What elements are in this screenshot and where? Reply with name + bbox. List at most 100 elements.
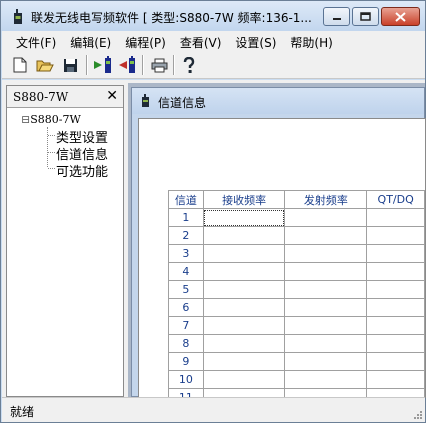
menu-help[interactable]: 帮助(H) xyxy=(283,31,339,51)
grid-cell-rx-frequency[interactable] xyxy=(202,244,286,263)
grid-cell-rx-frequency[interactable] xyxy=(202,352,286,371)
grid-cell-qt-dqt[interactable] xyxy=(366,262,425,281)
table-row: 1 xyxy=(168,208,425,227)
help-button[interactable] xyxy=(178,54,200,76)
minimize-icon xyxy=(332,17,341,20)
radio-app-icon xyxy=(14,9,22,24)
row-number[interactable]: 2 xyxy=(168,226,204,245)
row-number[interactable]: 10 xyxy=(168,370,204,389)
menu-edit[interactable]: 编辑(E) xyxy=(63,31,118,51)
grid-cell-tx-frequency[interactable] xyxy=(284,316,368,335)
toolbar-separator xyxy=(142,55,144,75)
grid-cell-tx-frequency[interactable] xyxy=(284,262,368,281)
grid-cell-tx-frequency[interactable] xyxy=(284,334,368,353)
grid-cell-rx-frequency[interactable] xyxy=(202,262,286,281)
grid-cell-tx-frequency[interactable] xyxy=(284,352,368,371)
new-file-icon xyxy=(13,57,27,73)
tree-connector xyxy=(48,152,55,153)
save-button[interactable] xyxy=(59,54,81,76)
menu-file[interactable]: 文件(F) xyxy=(2,31,63,51)
grid-cell-tx-frequency[interactable] xyxy=(284,208,368,227)
menu-settings[interactable]: 设置(S) xyxy=(228,31,283,51)
grid-cell-rx-frequency[interactable] xyxy=(202,298,286,317)
grid-cell-qt-dqt[interactable] xyxy=(366,316,425,335)
child-title-bar[interactable]: 信道信息 xyxy=(132,88,424,114)
write-button[interactable] xyxy=(116,54,138,76)
channel-info-window: 信道信息 信道 接收频率 发射频率 QT/DQ 1 2 3 4 5 6 7 8 … xyxy=(131,87,426,398)
grid-cell-qt-dqt[interactable] xyxy=(366,280,425,299)
close-button[interactable] xyxy=(381,7,420,26)
grid-cell-qt-dqt[interactable] xyxy=(366,226,425,245)
column-header-tx-frequency[interactable]: 发射频率 xyxy=(284,190,368,209)
row-number[interactable]: 1 xyxy=(168,208,204,227)
channel-grid: 信道 接收频率 发射频率 QT/DQ 1 2 3 4 5 6 7 8 9 10 … xyxy=(168,190,425,397)
toolbar-separator xyxy=(173,55,175,75)
table-row: 5 xyxy=(168,280,425,299)
row-number[interactable]: 5 xyxy=(168,280,204,299)
table-row: 8 xyxy=(168,334,425,353)
grid-cell-rx-frequency[interactable] xyxy=(202,370,286,389)
grid-cell-qt-dqt[interactable] xyxy=(366,352,425,371)
grid-cell-tx-frequency[interactable] xyxy=(284,370,368,389)
print-button[interactable] xyxy=(148,54,170,76)
grid-cell-tx-frequency[interactable] xyxy=(284,298,368,317)
table-row: 2 xyxy=(168,226,425,245)
grid-cell-qt-dqt[interactable] xyxy=(366,244,425,263)
minimize-button[interactable] xyxy=(323,7,350,26)
window-title: 联发无线电写频软件 [ 类型:S880-7W 频率:136-1... xyxy=(31,11,312,25)
row-number[interactable]: 7 xyxy=(168,316,204,335)
maximize-icon xyxy=(360,12,371,21)
table-row: 10 xyxy=(168,370,425,389)
grid-cell-qt-dqt[interactable] xyxy=(366,208,425,227)
grid-cell-qt-dqt[interactable] xyxy=(366,334,425,353)
read-button[interactable] xyxy=(92,54,114,76)
row-number[interactable]: 3 xyxy=(168,244,204,263)
column-header-qt-dqt[interactable]: QT/DQ xyxy=(366,190,425,209)
grid-cell-qt-dqt[interactable] xyxy=(366,298,425,317)
new-button[interactable] xyxy=(9,54,31,76)
column-header-channel[interactable]: 信道 xyxy=(168,190,204,209)
pane-header: S880-7W ✕ xyxy=(7,86,123,108)
tree-connector xyxy=(48,168,55,169)
table-row: 3 xyxy=(168,244,425,263)
title-bar[interactable]: 联发无线电写频软件 [ 类型:S880-7W 频率:136-1... xyxy=(1,1,425,31)
column-header-rx-frequency[interactable]: 接收频率 xyxy=(202,190,286,209)
table-row: 4 xyxy=(168,262,425,281)
grid-viewport: 信道 接收频率 发射频率 QT/DQ 1 2 3 4 5 6 7 8 9 10 … xyxy=(138,118,426,398)
tree-root[interactable]: ⊟S880-7W xyxy=(21,113,81,126)
grid-header-row: 信道 接收频率 发射频率 QT/DQ xyxy=(168,190,425,209)
client-area: S880-7W ✕ ⊟S880-7W 类型设置 信道信息 可选功能 信道信息 信… xyxy=(2,80,426,398)
save-icon xyxy=(63,58,77,72)
resize-grip-icon[interactable] xyxy=(412,409,422,419)
grid-cell-tx-frequency[interactable] xyxy=(284,244,368,263)
maximize-button[interactable] xyxy=(352,7,379,26)
tree-item-optional-features[interactable]: 可选功能 xyxy=(56,161,108,180)
write-to-radio-icon xyxy=(119,56,135,73)
pane-title: S880-7W xyxy=(13,90,69,104)
table-row: 7 xyxy=(168,316,425,335)
tree-collapse-icon[interactable]: ⊟ xyxy=(21,113,30,126)
grid-cell-rx-frequency[interactable] xyxy=(202,226,286,245)
grid-cell-tx-frequency[interactable] xyxy=(284,280,368,299)
tree-connector xyxy=(48,135,55,136)
row-number[interactable]: 4 xyxy=(168,262,204,281)
menu-view[interactable]: 查看(V) xyxy=(173,31,229,51)
grid-cell-qt-dqt[interactable] xyxy=(366,370,425,389)
print-icon xyxy=(151,58,167,72)
status-bar: 就绪 xyxy=(2,397,425,422)
grid-cell-tx-frequency[interactable] xyxy=(284,226,368,245)
mdi-area: 信道信息 信道 接收频率 发射频率 QT/DQ 1 2 3 4 5 6 7 8 … xyxy=(128,83,426,398)
grid-cell-rx-frequency[interactable] xyxy=(202,334,286,353)
grid-cell-rx-frequency[interactable] xyxy=(202,316,286,335)
read-from-radio-icon xyxy=(94,56,111,73)
menu-program[interactable]: 编程(P) xyxy=(118,31,173,51)
row-number[interactable]: 6 xyxy=(168,298,204,317)
open-button[interactable] xyxy=(34,54,56,76)
row-number[interactable]: 9 xyxy=(168,352,204,371)
pane-close-icon[interactable]: ✕ xyxy=(106,88,118,104)
row-number[interactable]: 8 xyxy=(168,334,204,353)
radio-icon xyxy=(142,94,149,107)
device-tree-pane: S880-7W ✕ ⊟S880-7W 类型设置 信道信息 可选功能 xyxy=(6,85,124,397)
grid-cell-rx-frequency[interactable] xyxy=(202,208,286,227)
grid-cell-rx-frequency[interactable] xyxy=(202,280,286,299)
